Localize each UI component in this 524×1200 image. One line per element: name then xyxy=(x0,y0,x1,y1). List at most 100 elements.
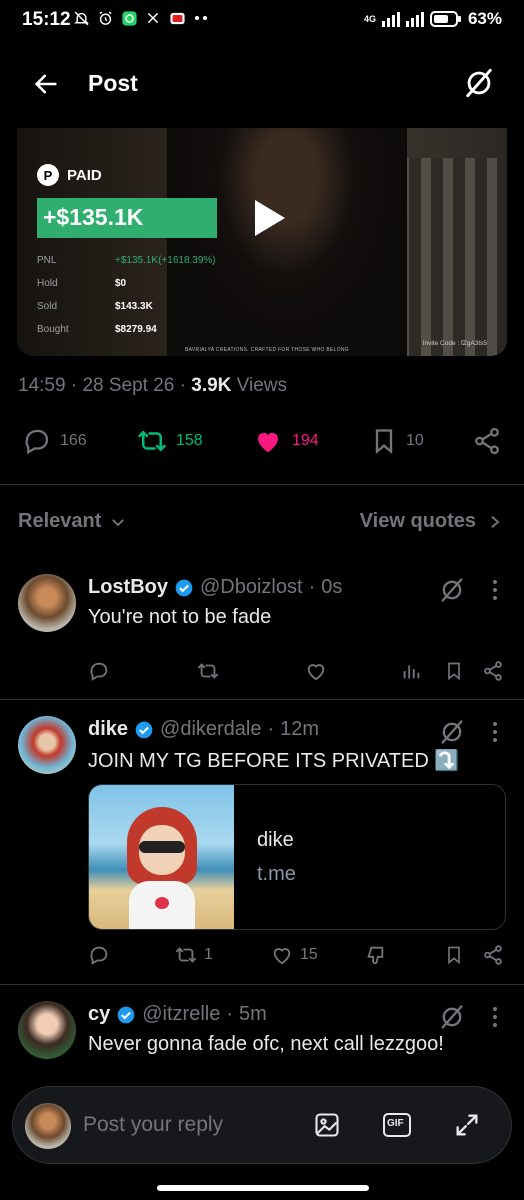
reply-button[interactable]: 166 xyxy=(22,426,87,456)
bookmark-icon xyxy=(375,429,393,454)
reply-handle[interactable]: @dikerdale xyxy=(160,718,261,741)
sort-relevant-dropdown[interactable]: Relevant xyxy=(18,510,127,533)
alarm-icon xyxy=(96,9,114,27)
stat-label-sold: Sold xyxy=(37,301,58,312)
meta-separator: · xyxy=(70,375,78,396)
play-button[interactable] xyxy=(249,198,289,238)
expand-button[interactable] xyxy=(451,1109,483,1141)
more-options-icon[interactable] xyxy=(490,1005,500,1029)
bookmark-button[interactable] xyxy=(444,660,464,682)
repost-count: 1 xyxy=(204,946,213,963)
gif-label: GIF xyxy=(387,1118,404,1129)
reply-text: JOIN MY TG BEFORE ITS PRIVATED ⤵️ xyxy=(88,750,460,772)
verified-badge-icon xyxy=(135,721,153,738)
grok-button[interactable] xyxy=(460,64,498,102)
verified-badge-icon xyxy=(117,1006,135,1023)
reply-icon xyxy=(90,662,108,681)
image-button[interactable] xyxy=(311,1109,343,1141)
link-preview-card[interactable]: dike t.me xyxy=(88,784,506,930)
repost-icon xyxy=(197,663,219,679)
reply-time: 0s xyxy=(321,576,343,598)
reply-item[interactable]: cy @itzrelle · 5m Never gonna fade ofc, … xyxy=(0,985,524,1085)
heart-icon xyxy=(307,664,325,681)
reply-author-name[interactable]: dike xyxy=(88,718,128,741)
grok-icon[interactable] xyxy=(438,718,466,746)
reply-actions: 1 15 xyxy=(88,942,508,972)
bookmark-count: 10 xyxy=(406,432,424,449)
link-domain: t.me xyxy=(257,863,296,885)
expand-icon xyxy=(456,1114,478,1136)
view-quotes-label: View quotes xyxy=(359,510,476,532)
reply-separator: · xyxy=(308,576,316,598)
share-button[interactable] xyxy=(482,660,504,682)
status-bar: 15:12 4G 63% xyxy=(0,0,524,40)
image-icon xyxy=(315,1113,339,1137)
repost-button[interactable]: 158 xyxy=(136,426,203,456)
avatar[interactable] xyxy=(18,574,76,632)
heart-icon xyxy=(273,948,291,965)
grok-icon[interactable] xyxy=(438,576,466,604)
reply-author-name[interactable]: cy xyxy=(88,1003,110,1026)
analytics-icon xyxy=(403,665,420,679)
post-actions: 166 158 194 10 xyxy=(0,420,524,470)
video-credit: BAVRIALYA CREATIONS. CRAFTED FOR THOSE W… xyxy=(185,347,349,353)
share-button[interactable] xyxy=(472,426,502,456)
like-button[interactable]: 194 xyxy=(252,426,319,456)
chevron-right-icon xyxy=(491,515,500,528)
status-system-icons: 4G 63% xyxy=(364,9,502,29)
repost-count: 158 xyxy=(176,432,203,449)
share-button[interactable] xyxy=(482,944,504,966)
like-button[interactable]: 15 xyxy=(270,944,318,966)
sort-relevant-label: Relevant xyxy=(18,510,102,532)
reply-composer[interactable]: Post your reply GIF xyxy=(12,1086,512,1164)
reply-icon xyxy=(90,946,108,965)
avatar xyxy=(25,1103,71,1149)
more-options-icon[interactable] xyxy=(490,578,500,602)
views-label: Views xyxy=(236,375,288,396)
bookmark-button[interactable]: 10 xyxy=(370,426,424,456)
dislike-button[interactable] xyxy=(364,944,386,966)
reply-button[interactable] xyxy=(88,944,110,966)
avatar[interactable] xyxy=(18,716,76,774)
bookmark-button[interactable] xyxy=(444,944,464,966)
youtube-icon xyxy=(168,9,186,27)
reply-header: LostBoy @Dboizlost · 0s xyxy=(88,576,342,599)
post-meta: 14:59 · 28 Sept 26 · 3.9K Views xyxy=(18,375,287,397)
more-options-icon[interactable] xyxy=(490,720,500,744)
post-video[interactable]: P PAID +$135.1K PNL +$135.1K(+1618.39%) … xyxy=(17,128,507,356)
signal-icon xyxy=(381,11,424,27)
replies-sort-row: Relevant View quotes xyxy=(0,496,524,546)
share-icon xyxy=(475,427,499,455)
reply-time: 5m xyxy=(239,1003,267,1025)
views-button[interactable] xyxy=(400,660,422,682)
gif-button[interactable]: GIF xyxy=(381,1109,413,1141)
post-date: 28 Sept 26 xyxy=(82,375,175,396)
reply-handle[interactable]: @itzrelle xyxy=(142,1003,220,1026)
top-header: Post xyxy=(0,40,524,128)
reply-button[interactable] xyxy=(88,660,110,682)
home-indicator[interactable] xyxy=(157,1185,369,1191)
repost-icon xyxy=(175,947,197,963)
repost-button[interactable]: 1 xyxy=(174,944,213,966)
reply-item[interactable]: dike @dikerdale · 12m JOIN MY TG BEFORE … xyxy=(0,700,524,984)
heart-filled-icon xyxy=(258,432,278,453)
invite-code: Invite Code : fZgA3ts5 xyxy=(422,340,487,347)
play-icon xyxy=(255,200,285,236)
bookmark-icon xyxy=(448,662,460,681)
reply-time: 12m xyxy=(280,718,320,740)
reply-handle[interactable]: @Dboizlost xyxy=(200,576,303,599)
repost-button[interactable] xyxy=(196,660,220,682)
view-quotes-link[interactable]: View quotes xyxy=(360,510,502,533)
reply-text: Never gonna fade ofc, next call lezzgoo! xyxy=(88,1033,444,1055)
back-button[interactable] xyxy=(28,66,64,102)
like-button[interactable] xyxy=(304,660,328,682)
more-dots-icon xyxy=(192,9,210,27)
paid-logo-icon: P xyxy=(37,164,59,186)
grok-icon[interactable] xyxy=(438,1003,466,1031)
reply-input[interactable]: Post your reply xyxy=(83,1113,223,1137)
avatar[interactable] xyxy=(18,1001,76,1059)
arrow-left-icon xyxy=(34,74,57,94)
repost-icon xyxy=(138,430,166,452)
reply-author-name[interactable]: LostBoy xyxy=(88,576,168,599)
reply-item[interactable]: LostBoy @Dboizlost · 0s You're not to be… xyxy=(0,560,524,700)
